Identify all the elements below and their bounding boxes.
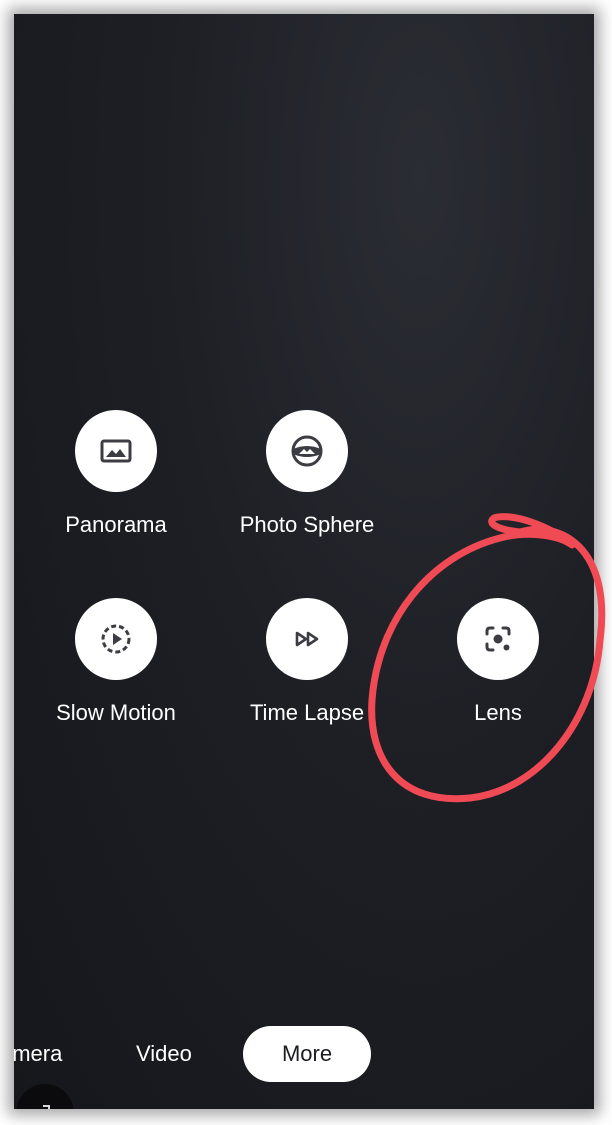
panorama-icon — [100, 439, 132, 463]
mode-lens[interactable]: Lens — [403, 598, 593, 726]
tab-camera[interactable]: amera — [14, 1026, 62, 1082]
gallery-thumbnail[interactable] — [16, 1084, 74, 1109]
tab-more[interactable]: More — [243, 1026, 371, 1082]
photo-sphere-button[interactable] — [266, 410, 348, 492]
mode-time-lapse[interactable]: Time Lapse — [212, 598, 402, 726]
photo-sphere-icon — [291, 435, 323, 467]
mode-label-slow-motion: Slow Motion — [56, 700, 176, 725]
mode-panorama[interactable]: Panorama — [21, 410, 211, 538]
mode-label-panorama: Panorama — [65, 512, 167, 537]
slow-motion-button[interactable] — [75, 598, 157, 680]
time-lapse-icon — [295, 631, 319, 647]
mode-label-lens: Lens — [474, 700, 522, 725]
mode-label-photo-sphere: Photo Sphere — [239, 512, 375, 537]
tab-video[interactable]: Video — [136, 1026, 192, 1082]
slow-motion-icon — [101, 624, 131, 654]
camera-mode-screen: Panorama Photo Sphere Slow Motion Time L… — [14, 14, 594, 1109]
mode-slow-motion[interactable]: Slow Motion — [21, 598, 211, 726]
time-lapse-button[interactable] — [266, 598, 348, 680]
switch-camera-icon — [43, 1105, 50, 1109]
mode-photo-sphere[interactable]: Photo Sphere — [212, 410, 402, 538]
mode-switcher-bar: amera Video More — [14, 1026, 594, 1082]
panorama-button[interactable] — [75, 410, 157, 492]
mode-label-time-lapse: Time Lapse — [249, 700, 365, 725]
lens-icon — [485, 626, 511, 652]
lens-button[interactable] — [457, 598, 539, 680]
